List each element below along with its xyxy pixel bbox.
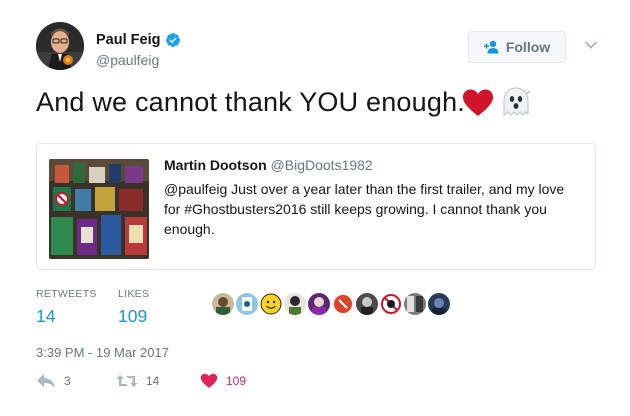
follow-button-label: Follow <box>505 39 551 55</box>
like-button[interactable]: 109 <box>200 373 246 389</box>
retweets-label: RETWEETS <box>36 288 97 300</box>
author-name[interactable]: Paul Feig <box>96 32 160 48</box>
retweets-count[interactable]: 14 <box>36 306 97 327</box>
reply-icon <box>37 374 55 388</box>
quoted-tweet[interactable]: Martin Dootson @BigDoots1982 @paulfeig J… <box>36 143 596 270</box>
likes-count[interactable]: 109 <box>118 306 149 327</box>
heart-icon <box>200 373 218 388</box>
author-handle[interactable]: @paulfeig <box>96 52 181 68</box>
add-user-icon <box>483 40 499 54</box>
liker-avatar[interactable] <box>284 293 306 315</box>
verified-badge-icon <box>166 33 181 47</box>
liker-avatar[interactable] <box>404 293 426 315</box>
liker-avatar[interactable] <box>212 293 234 315</box>
tweet-text: And we cannot thank YOU enough. <box>36 87 465 117</box>
quoted-tweet-image <box>49 159 149 259</box>
liker-avatar[interactable] <box>356 293 378 315</box>
quoted-tweet-text: @paulfeig Just over a year later than th… <box>164 181 565 237</box>
quoted-author-name[interactable]: Martin Dootson <box>164 157 267 173</box>
quoted-tweet-header[interactable]: Martin Dootson @BigDoots1982 <box>164 157 373 173</box>
likes-label: LIKES <box>118 288 150 300</box>
chevron-down-icon[interactable] <box>584 40 598 50</box>
tweet-timestamp[interactable]: 3:39 PM - 19 Mar 2017 <box>36 345 169 360</box>
follow-button[interactable]: Follow <box>468 31 566 63</box>
reply-count: 3 <box>64 374 71 388</box>
liker-avatar[interactable] <box>260 293 282 315</box>
liker-avatar[interactable] <box>380 293 402 315</box>
ghost-emoji-icon <box>503 87 531 116</box>
retweet-button[interactable]: 14 <box>116 373 159 389</box>
reply-button[interactable]: 3 <box>36 373 71 389</box>
red-heart-emoji-icon <box>463 89 493 116</box>
liker-avatars <box>212 293 450 315</box>
retweet-icon <box>116 375 138 387</box>
liker-avatar[interactable] <box>332 293 354 315</box>
retweet-count: 14 <box>146 374 160 388</box>
liker-avatar[interactable] <box>236 293 258 315</box>
author-info[interactable]: Paul Feig @paulfeig <box>96 32 181 68</box>
likes-stat[interactable]: LIKES 109 <box>118 288 149 327</box>
like-count: 109 <box>226 374 247 388</box>
liker-avatar[interactable] <box>308 293 330 315</box>
author-avatar[interactable] <box>36 22 84 70</box>
quoted-author-handle[interactable]: @BigDoots1982 <box>271 157 373 173</box>
retweets-stat[interactable]: RETWEETS 14 <box>36 288 97 327</box>
liker-avatar[interactable] <box>428 293 450 315</box>
